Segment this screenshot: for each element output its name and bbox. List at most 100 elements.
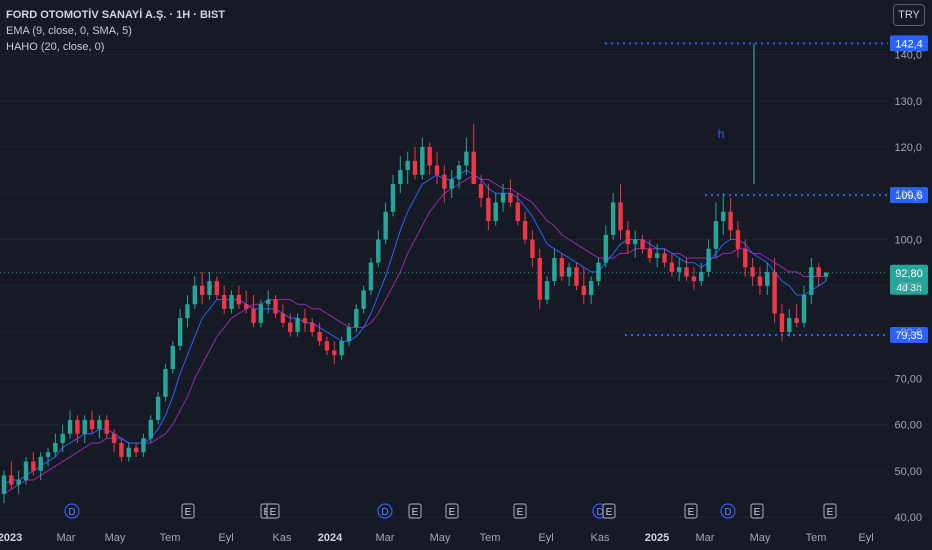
dividend-marker[interactable]: D xyxy=(64,503,80,519)
x-tick-label: 2025 xyxy=(645,532,669,544)
candle-body xyxy=(75,419,80,434)
candle-body xyxy=(581,285,587,295)
earnings-marker[interactable]: E xyxy=(750,503,764,519)
candle-body xyxy=(478,184,484,198)
y-tick-label: 90,0 xyxy=(901,281,922,293)
candle-body xyxy=(111,433,117,443)
candle-body xyxy=(434,165,440,175)
candle-body xyxy=(677,267,682,272)
candle-body xyxy=(471,151,476,184)
symbol-title: FORD OTOMOTİV SANAYİ A.Ş. · 1H · BIST xyxy=(6,9,226,21)
currency-button[interactable]: TRY xyxy=(893,4,925,26)
candle-body xyxy=(566,267,572,277)
haho-indicator-label[interactable]: HAHO (20, close, 0) xyxy=(6,39,225,55)
candle-body xyxy=(126,447,131,457)
candle-body xyxy=(67,419,73,434)
candle-body xyxy=(522,221,528,240)
event-marker-letter: E xyxy=(827,507,834,518)
event-marker-letter: E xyxy=(412,507,419,518)
x-tick-label: Eyl xyxy=(218,532,233,544)
candle-body xyxy=(9,475,14,485)
event-marker-letter: E xyxy=(270,507,277,518)
dividend-marker[interactable]: D xyxy=(720,503,736,519)
candle-body xyxy=(632,239,638,245)
earnings-marker[interactable]: E xyxy=(823,503,837,519)
candle-body xyxy=(302,318,308,323)
candle-body xyxy=(16,480,21,485)
x-tick-label: Tem xyxy=(480,532,501,544)
earnings-marker[interactable]: E xyxy=(602,503,616,519)
candle-body xyxy=(559,258,564,277)
candle-body xyxy=(266,299,271,305)
candle-body xyxy=(332,350,337,356)
chart-legend: FORD OTOMOTİV SANAYİ A.Ş. · 1H · BIST EM… xyxy=(6,7,225,55)
earnings-marker[interactable]: E xyxy=(684,503,698,519)
event-marker-letter: E xyxy=(606,507,613,518)
candle-body xyxy=(229,295,234,309)
price-chart[interactable]: 142,4109,679,35hh92,804d 3h 40,0050,0060… xyxy=(0,0,932,550)
y-tick-label: 140,0 xyxy=(894,50,922,62)
candle-body xyxy=(603,234,609,263)
event-marker-letter: E xyxy=(688,507,695,518)
y-tick-label: 70,00 xyxy=(894,373,922,385)
candle-body xyxy=(420,147,425,175)
current-price-label: 92,80 xyxy=(895,268,923,280)
x-tick-label: Eyl xyxy=(538,532,553,544)
ema-indicator-label[interactable]: EMA (9, close, 0, SMA, 5) xyxy=(6,23,225,39)
x-tick-label: May xyxy=(750,532,771,544)
candle-body xyxy=(794,318,799,323)
candle-body xyxy=(89,419,95,430)
earnings-marker[interactable]: E xyxy=(408,503,422,519)
candle-body xyxy=(243,304,249,309)
candle-body xyxy=(236,295,242,305)
x-tick-label: 2023 xyxy=(0,532,22,544)
candle-body xyxy=(148,419,153,439)
candle-body xyxy=(53,443,58,453)
candle-body xyxy=(456,165,462,180)
candle-body xyxy=(199,285,205,295)
event-marker-letter: D xyxy=(724,507,731,518)
candle-body xyxy=(544,281,550,300)
candle-body xyxy=(361,290,366,309)
y-tick-label: 100,0 xyxy=(894,235,922,247)
candle-body xyxy=(809,267,814,295)
candle-body xyxy=(552,258,557,282)
candle-body xyxy=(346,327,352,342)
candle-body xyxy=(288,322,293,332)
candle-body xyxy=(23,461,29,480)
y-tick-label: 50,00 xyxy=(894,466,922,478)
candle-body xyxy=(368,262,374,291)
earnings-marker[interactable]: E xyxy=(181,503,195,519)
candle-body xyxy=(743,248,748,268)
candle-body xyxy=(684,267,689,277)
candle-body xyxy=(82,419,87,434)
candle-body xyxy=(625,230,631,245)
candle-body xyxy=(310,322,315,332)
dividend-marker[interactable]: D xyxy=(377,503,393,519)
candle-body xyxy=(177,318,183,346)
earnings-marker[interactable]: E xyxy=(513,503,527,519)
x-tick-label: May xyxy=(105,532,126,544)
candle-body xyxy=(449,179,454,189)
candle-body xyxy=(493,202,498,221)
x-tick-label: 2024 xyxy=(318,532,343,544)
candle-body xyxy=(654,253,660,258)
candle-body xyxy=(405,160,410,171)
candle-body xyxy=(104,419,109,434)
y-tick-label: 80,0 xyxy=(901,327,922,339)
candle-body xyxy=(508,193,513,203)
earnings-marker[interactable]: E xyxy=(445,503,459,519)
candle-body xyxy=(390,184,396,212)
earnings-marker[interactable]: E xyxy=(266,503,280,519)
candle-body xyxy=(442,174,447,189)
candle-body xyxy=(354,308,359,328)
candle-body xyxy=(38,456,43,471)
y-tick-label: 110,0 xyxy=(895,188,922,200)
candle-body xyxy=(97,419,102,430)
event-marker-letter: E xyxy=(517,507,524,518)
x-tick-label: Mar xyxy=(57,532,76,544)
candle-body xyxy=(376,239,381,263)
candle-body xyxy=(383,211,388,240)
candle xyxy=(155,392,161,425)
candle-body xyxy=(251,308,256,323)
